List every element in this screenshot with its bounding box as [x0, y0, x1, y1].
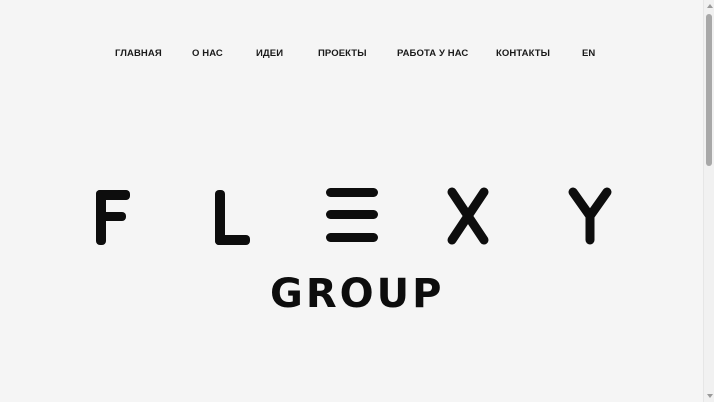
logo-subtitle-group: GROUP — [270, 271, 445, 317]
logo-letter-y — [568, 187, 612, 245]
logo-letter-f — [96, 190, 130, 245]
logo-letter-x — [447, 187, 489, 245]
scroll-up-arrow-icon[interactable] — [707, 4, 713, 8]
scroll-down-arrow-icon[interactable] — [707, 394, 713, 398]
page: ГЛАВНАЯ О НАС ИДЕИ ПРОЕКТЫ РАБОТА У НАС … — [0, 0, 714, 402]
flexy-logo: GROUP — [0, 0, 714, 402]
logo-letter-l — [215, 190, 250, 245]
scrollbar-thumb[interactable] — [706, 14, 712, 166]
logo-letter-e — [326, 188, 378, 242]
vertical-scrollbar[interactable] — [703, 0, 714, 402]
flexy-wordmark-logo — [96, 187, 612, 245]
